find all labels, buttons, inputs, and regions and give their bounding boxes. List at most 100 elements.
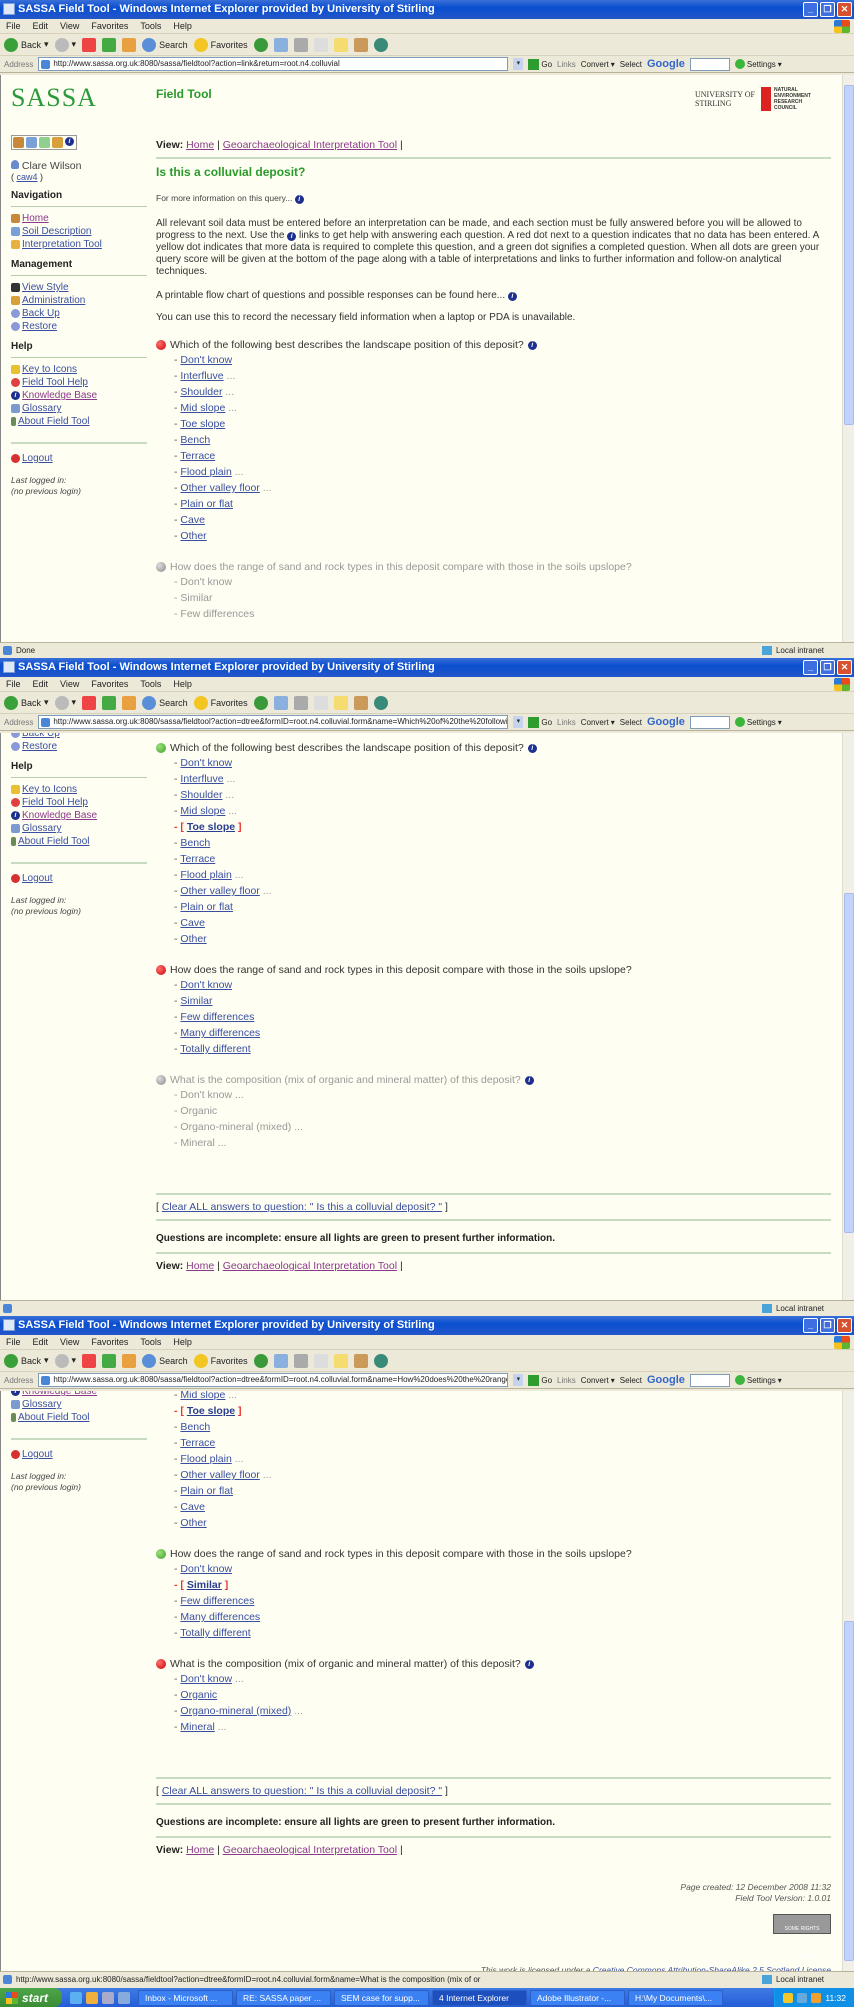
option[interactable]: - Similar: [174, 993, 831, 1009]
desktop-icon[interactable]: [118, 1991, 130, 2004]
forward-button[interactable]: ▾: [54, 1353, 76, 1368]
task-my-documents[interactable]: H:\My Documents\...: [628, 1989, 723, 2006]
option[interactable]: - Flood plain ...: [174, 464, 831, 480]
scroll-thumb[interactable]: [844, 893, 854, 1233]
sidebar-item-administration[interactable]: Administration: [11, 294, 147, 307]
menu-favorites[interactable]: Favorites: [91, 677, 128, 691]
menu-view[interactable]: View: [60, 1335, 79, 1349]
option[interactable]: - Terrace: [174, 851, 831, 867]
address-input[interactable]: http://www.sassa.org.uk:8080/sassa/field…: [38, 1373, 509, 1387]
menu-tools[interactable]: Tools: [140, 1335, 161, 1349]
option[interactable]: - Interfluve ...: [174, 771, 831, 787]
restore-button[interactable]: ❐: [820, 660, 835, 675]
sidebar-item-glossary[interactable]: Glossary: [11, 1398, 147, 1411]
close-button[interactable]: ✕: [837, 660, 852, 675]
sidebar-item-soil-description[interactable]: Soil Description: [11, 225, 147, 238]
refresh-icon[interactable]: [102, 1353, 117, 1368]
restore-button[interactable]: ❐: [820, 2, 835, 17]
option[interactable]: - Organo-mineral (mixed) ...: [174, 1703, 831, 1719]
mail-icon[interactable]: [273, 695, 288, 710]
home-icon[interactable]: [122, 1353, 137, 1368]
menu-favorites[interactable]: Favorites: [91, 19, 128, 33]
word-icon[interactable]: [313, 37, 328, 52]
logout-link[interactable]: Logout: [11, 452, 147, 465]
forward-button[interactable]: ▾: [54, 695, 76, 710]
sidebar-item-restore[interactable]: Restore: [11, 740, 147, 753]
messenger-icon[interactable]: [373, 37, 388, 52]
sidebar-item-about[interactable]: About Field Tool: [11, 835, 147, 848]
address-input[interactable]: http://www.sassa.org.uk:8080/sassa/field…: [38, 57, 509, 71]
option[interactable]: - Many differences: [174, 1609, 831, 1625]
logout-link[interactable]: Logout: [11, 1448, 147, 1461]
view-geoarch-link[interactable]: Geoarchaeological Interpretation Tool: [223, 1844, 397, 1856]
menu-edit[interactable]: Edit: [33, 677, 49, 691]
menu-tools[interactable]: Tools: [140, 19, 161, 33]
tray-icon[interactable]: [783, 1992, 794, 2003]
sidebar-item-about[interactable]: About Field Tool: [11, 1411, 147, 1424]
stop-icon[interactable]: [82, 1353, 97, 1368]
restore-button[interactable]: ❐: [820, 1318, 835, 1333]
task-sassa-paper[interactable]: RE: SASSA paper ...: [236, 1989, 331, 2006]
convert-button[interactable]: Convert ▾: [581, 718, 615, 727]
history-icon[interactable]: [253, 37, 268, 52]
option[interactable]: - Plain or flat: [174, 1483, 831, 1499]
option[interactable]: - Few differences: [174, 1593, 831, 1609]
info-icon[interactable]: i: [527, 743, 537, 753]
view-home-link[interactable]: Home: [186, 1844, 214, 1856]
vertical-scrollbar[interactable]: [842, 75, 854, 642]
menu-file[interactable]: File: [6, 677, 21, 691]
option[interactable]: - Totally different: [174, 1625, 831, 1641]
menu-file[interactable]: File: [6, 19, 21, 33]
favorites-button[interactable]: Favorites: [193, 37, 248, 52]
logout-link[interactable]: Logout: [11, 872, 147, 885]
messenger-icon[interactable]: [373, 1353, 388, 1368]
refresh-icon[interactable]: [102, 37, 117, 52]
option[interactable]: - Organic: [174, 1687, 831, 1703]
option[interactable]: - Other valley floor ...: [174, 1467, 831, 1483]
option[interactable]: - Totally different: [174, 1041, 831, 1057]
menu-edit[interactable]: Edit: [33, 19, 49, 33]
option[interactable]: - Flood plain ...: [174, 1451, 831, 1467]
print-icon[interactable]: [293, 1353, 308, 1368]
task-sem-case[interactable]: SEM case for supp...: [334, 1989, 429, 2006]
research-icon[interactable]: [353, 1353, 368, 1368]
address-dropdown[interactable]: ▾: [513, 716, 524, 728]
sidebar-item-home[interactable]: Home: [11, 212, 147, 225]
sidebar-item-knowledge-base[interactable]: i Knowledge Base: [11, 1391, 147, 1398]
minimize-button[interactable]: _: [803, 1318, 818, 1333]
option[interactable]: - Mineral ...: [174, 1719, 831, 1735]
favorites-button[interactable]: Favorites: [193, 695, 248, 710]
menu-help[interactable]: Help: [173, 19, 192, 33]
sidebar-item-restore[interactable]: Restore: [11, 320, 147, 333]
start-button[interactable]: start: [0, 1988, 62, 2007]
menu-help[interactable]: Help: [173, 1335, 192, 1349]
network-icon[interactable]: [797, 1992, 808, 2003]
search-button[interactable]: Search: [142, 37, 188, 52]
clear-answers-link[interactable]: Clear ALL answers to question: " Is this…: [162, 1785, 442, 1797]
outlook-icon[interactable]: [86, 1991, 98, 2004]
task-internet-explorer[interactable]: 4 Internet Explorer: [432, 1989, 527, 2006]
view-home-link[interactable]: Home: [186, 1260, 214, 1272]
option[interactable]: - Don't know ...: [174, 1671, 831, 1687]
sidebar-item-interpretation-tool[interactable]: Interpretation Tool: [11, 238, 147, 251]
option[interactable]: - Mid slope ...: [174, 803, 831, 819]
links-button[interactable]: Links: [557, 1376, 576, 1385]
address-dropdown[interactable]: ▾: [513, 58, 524, 70]
sidebar-item-knowledge-base[interactable]: i Knowledge Base: [11, 389, 147, 402]
vertical-scrollbar[interactable]: [842, 1391, 854, 1971]
option[interactable]: - Mid slope ...: [174, 1391, 831, 1403]
stop-icon[interactable]: [82, 695, 97, 710]
option[interactable]: - Other valley floor ...: [174, 480, 831, 496]
option[interactable]: - Toe slope: [174, 416, 831, 432]
select-button[interactable]: Select: [620, 60, 642, 69]
research-icon[interactable]: [353, 695, 368, 710]
convert-button[interactable]: Convert ▾: [581, 1376, 615, 1385]
forward-button[interactable]: ▾: [54, 37, 76, 52]
view-geoarch-link[interactable]: Geoarchaeological Interpretation Tool: [223, 139, 397, 151]
username-link[interactable]: caw4: [17, 172, 38, 182]
go-button[interactable]: Go: [528, 1374, 552, 1386]
sidebar-item-about[interactable]: About Field Tool: [11, 415, 147, 428]
sidebar-item-view-style[interactable]: View Style: [11, 281, 147, 294]
ie-icon[interactable]: [70, 1991, 82, 2004]
option-selected[interactable]: - [ Similar ]: [174, 1577, 831, 1593]
